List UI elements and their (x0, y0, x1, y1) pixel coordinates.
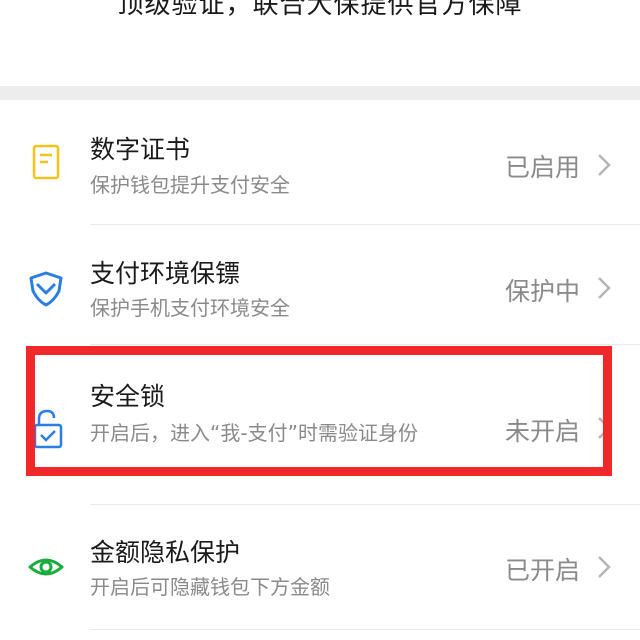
wallet-security-page: 顶级验证，联合大保提供官方保障 数字证书 保护钱包提升支付安全 已启用 支付环境… (0, 0, 640, 640)
item-title: 数字证书 (90, 135, 191, 164)
item-subtitle: 保护手机支付环境安全 (90, 296, 290, 320)
chevron-right-icon (594, 415, 614, 441)
item-title: 安全锁 (90, 382, 166, 411)
status-text: 已开启 (504, 556, 580, 585)
chevron-right-icon (594, 554, 614, 580)
header-section: 顶级验证，联合大保提供官方保障 (0, 0, 640, 86)
list-item-amount-privacy[interactable]: 金额隐私保护 开启后可隐藏钱包下方金额 已开启 (0, 505, 640, 630)
list-item-security-lock[interactable]: 安全锁 开启后，进入“我-支付”时需验证身份 未开启 (0, 345, 640, 505)
header-slogan: 顶级验证，联合大保提供官方保障 (117, 0, 523, 20)
section-divider (0, 86, 640, 100)
item-subtitle: 开启后，进入“我-支付”时需验证身份 (90, 421, 418, 445)
status-text: 已启用 (504, 153, 580, 182)
shield-icon (26, 269, 66, 309)
item-subtitle: 开启后可隐藏钱包下方金额 (90, 575, 330, 599)
list-item-digital-certificate[interactable]: 数字证书 保护钱包提升支付安全 已启用 (0, 100, 640, 225)
item-title: 金额隐私保护 (90, 538, 241, 567)
status-text: 保护中 (504, 277, 580, 306)
lock-icon (30, 407, 70, 449)
certificate-icon (26, 142, 66, 182)
item-title: 支付环境保镖 (90, 259, 241, 288)
chevron-right-icon (594, 152, 614, 178)
item-subtitle: 保护钱包提升支付安全 (90, 173, 290, 197)
status-text: 未开启 (504, 417, 580, 446)
row-separator (90, 629, 640, 630)
eye-icon (26, 547, 66, 587)
chevron-right-icon (594, 275, 614, 301)
list-item-payment-guard[interactable]: 支付环境保镖 保护手机支付环境安全 保护中 (0, 225, 640, 345)
